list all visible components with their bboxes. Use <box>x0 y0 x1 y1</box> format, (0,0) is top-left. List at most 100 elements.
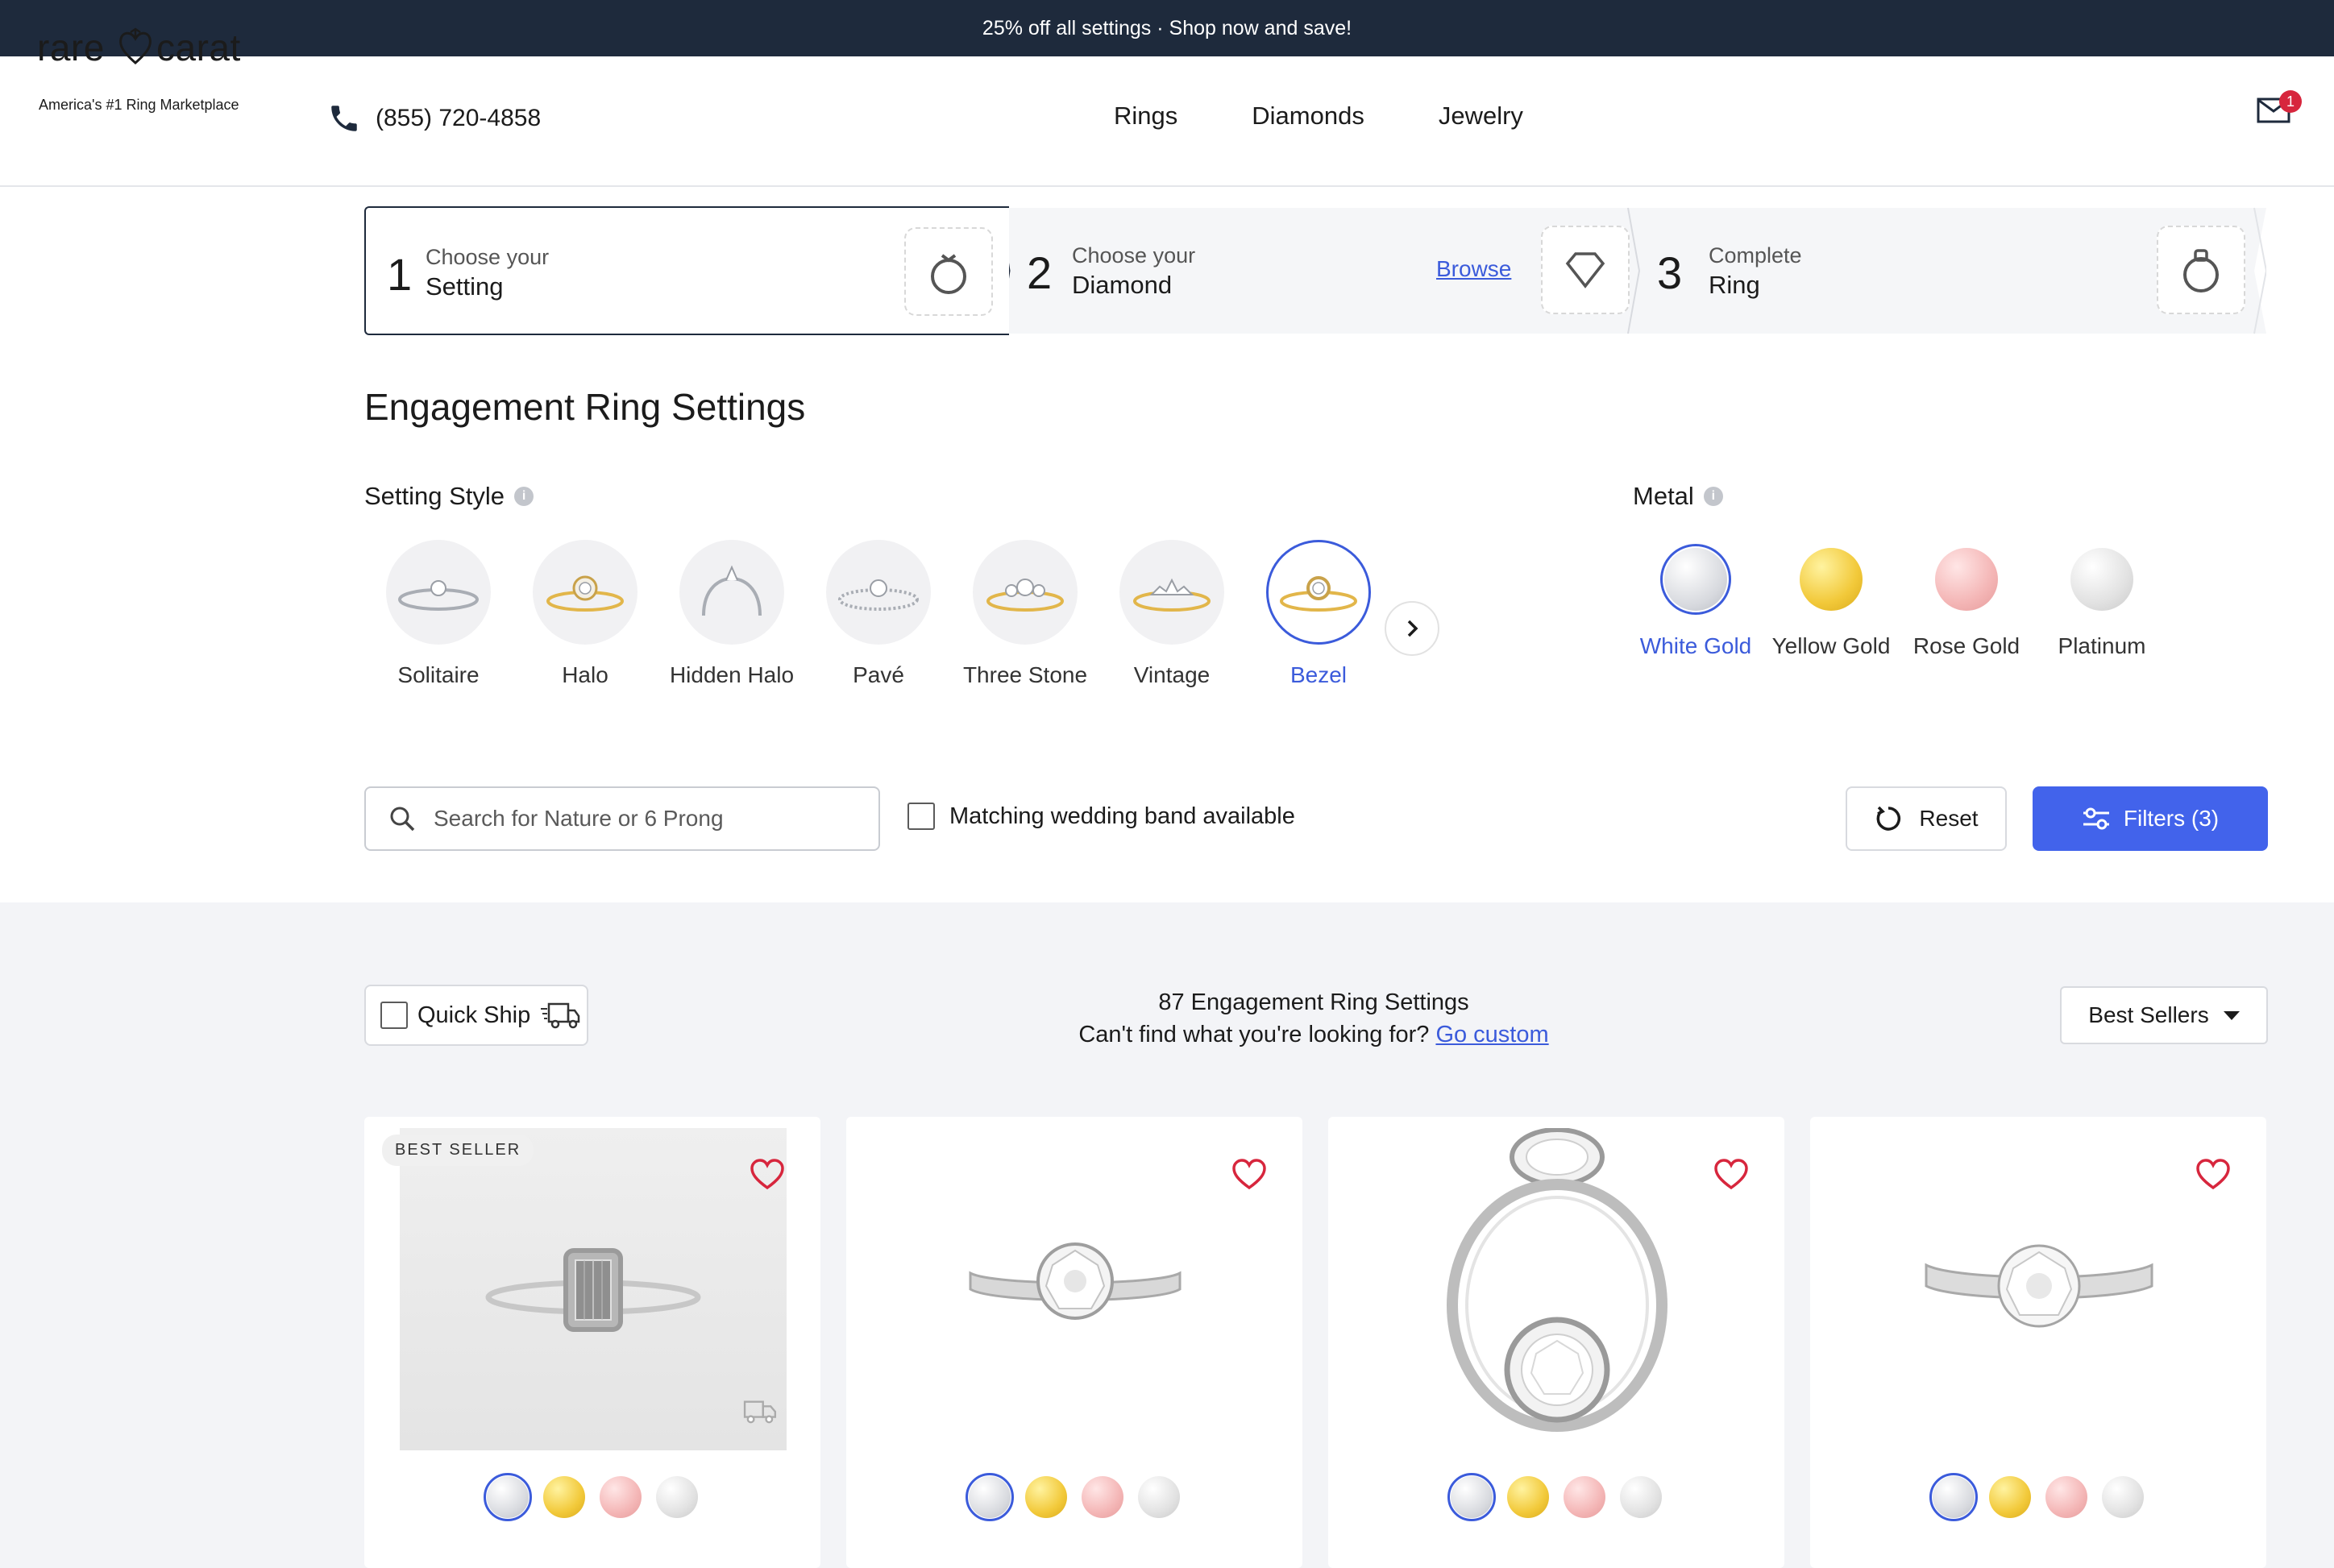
metal-swatches <box>846 1473 1302 1521</box>
nav-jewelry[interactable]: Jewelry <box>1439 102 1523 131</box>
browse-diamonds-link[interactable]: Browse <box>1436 256 1511 282</box>
info-icon[interactable]: i <box>514 487 534 506</box>
swatch-white-gold[interactable] <box>484 1473 532 1521</box>
metal-option-rose-gold[interactable]: Rose Gold <box>1899 548 2034 659</box>
nav-rings[interactable]: Rings <box>1114 102 1177 131</box>
product-image[interactable] <box>1846 1128 2232 1450</box>
promo-banner[interactable]: 25% off all settings · Shop now and save… <box>0 0 2334 56</box>
truck-icon <box>541 1002 580 1029</box>
style-thumb <box>533 540 637 645</box>
sort-dropdown[interactable]: Best Sellers <box>2060 986 2268 1044</box>
swatch-platinum[interactable] <box>656 1476 698 1518</box>
style-name: Vintage <box>1133 662 1211 687</box>
step-ring-icon <box>2157 226 2245 314</box>
style-option-halo[interactable]: Halo <box>511 540 659 688</box>
go-custom-link[interactable]: Go custom <box>1435 1022 1548 1047</box>
style-name: Pavé <box>853 662 904 687</box>
style-option-bezel[interactable]: Bezel <box>1244 540 1393 688</box>
swatch-white-gold[interactable] <box>966 1473 1014 1521</box>
pave-ring-icon <box>838 579 919 611</box>
product-card[interactable] <box>1810 1117 2266 1568</box>
style-option-three-stone[interactable]: Three Stone <box>951 540 1099 688</box>
info-icon[interactable]: i <box>1703 487 1723 506</box>
logo-heart-icon <box>119 27 152 64</box>
style-next-button[interactable] <box>1385 601 1439 656</box>
heart-icon[interactable] <box>1231 1159 1267 1191</box>
setting-style-label: Setting Style i <box>364 482 534 511</box>
style-name: Hidden Halo <box>669 662 795 687</box>
platinum-swatch <box>2070 548 2133 611</box>
style-option-vintage[interactable]: Vintage <box>1098 540 1246 688</box>
heart-icon[interactable] <box>750 1159 785 1191</box>
step-choose-diamond[interactable]: 2 Choose your Diamond Browse <box>1009 206 1638 335</box>
reset-button[interactable]: Reset <box>1846 786 2007 851</box>
checkbox[interactable] <box>380 1002 408 1029</box>
yellow-gold-swatch <box>1800 548 1863 611</box>
style-thumb <box>1119 540 1224 645</box>
style-option-solitaire[interactable]: Solitaire <box>364 540 513 688</box>
step-line2: Diamond <box>1072 271 1173 299</box>
heart-icon[interactable] <box>2195 1159 2231 1191</box>
nav-diamonds[interactable]: Diamonds <box>1252 102 1364 131</box>
promo-text: 25% off all settings · Shop now and save… <box>982 16 1352 39</box>
checkbox[interactable] <box>907 803 935 830</box>
product-card[interactable]: BEST SELLER <box>364 1117 820 1568</box>
quick-ship-toggle[interactable]: Quick Ship <box>364 985 588 1046</box>
swatch-yellow-gold[interactable] <box>1025 1476 1067 1518</box>
ring-icon <box>2183 249 2219 292</box>
swatch-rose-gold[interactable] <box>600 1476 642 1518</box>
metal-option-white-gold[interactable]: White Gold <box>1628 544 1763 659</box>
metal-name: Platinum <box>2058 633 2146 658</box>
swatch-platinum[interactable] <box>1138 1476 1180 1518</box>
sort-selected: Best Sellers <box>2088 1002 2209 1027</box>
metal-option-platinum[interactable]: Platinum <box>2034 548 2170 659</box>
step-complete-ring[interactable]: 3 Complete Ring <box>1639 206 2252 335</box>
best-seller-badge: BEST SELLER <box>382 1135 534 1166</box>
hidden-halo-ring-icon <box>702 565 762 616</box>
phone-icon <box>331 106 357 131</box>
product-card[interactable] <box>1328 1117 1784 1568</box>
matching-band-checkbox[interactable]: Matching wedding band available <box>907 803 1295 830</box>
bezel-ring-icon <box>1280 576 1357 612</box>
swatch-white-gold[interactable] <box>1929 1473 1978 1521</box>
swatch-yellow-gold[interactable] <box>1989 1476 2031 1518</box>
style-option-pave[interactable]: Pavé <box>804 540 953 688</box>
product-image[interactable] <box>882 1128 1269 1450</box>
swatch-white-gold[interactable] <box>1447 1473 1496 1521</box>
ring-icon <box>931 254 966 294</box>
filters-button[interactable]: Filters (3) <box>2033 786 2268 851</box>
sliders-icon <box>2083 807 2109 830</box>
filters-label: Filters (3) <box>2123 806 2220 831</box>
swatch-rose-gold[interactable] <box>1082 1476 1123 1518</box>
metal-name: Rose Gold <box>1912 633 2020 658</box>
step-choose-setting[interactable]: 1 Choose your Setting <box>364 206 1009 335</box>
product-image[interactable] <box>1364 1128 1750 1450</box>
swatch-rose-gold[interactable] <box>2045 1476 2087 1518</box>
step-line1: Choose your <box>1072 243 1196 268</box>
product-image[interactable] <box>400 1128 787 1450</box>
product-card[interactable] <box>846 1117 1302 1568</box>
reset-label: Reset <box>1919 806 1979 831</box>
swatch-platinum[interactable] <box>2102 1476 2144 1518</box>
swatch-platinum[interactable] <box>1620 1476 1662 1518</box>
style-name: Three Stone <box>962 662 1088 687</box>
results-summary: 87 Engagement Ring Settings Can't find w… <box>967 986 1660 1051</box>
metal-heading: Metal <box>1633 482 1694 510</box>
search-input[interactable]: Search for Nature or 6 Prong <box>364 786 880 851</box>
quick-ship-label: Quick Ship <box>417 1002 531 1028</box>
style-option-hidden-halo[interactable]: Hidden Halo <box>658 540 806 688</box>
step-number: 3 <box>1657 247 1683 298</box>
page-title: Engagement Ring Settings <box>364 386 806 428</box>
swatch-yellow-gold[interactable] <box>543 1476 585 1518</box>
swatch-rose-gold[interactable] <box>1564 1476 1605 1518</box>
setting-style-heading: Setting Style <box>364 482 505 510</box>
swatch-yellow-gold[interactable] <box>1507 1476 1549 1518</box>
search-placeholder: Search for Nature or 6 Prong <box>434 806 724 831</box>
heart-icon[interactable] <box>1713 1159 1749 1191</box>
step-line2: Ring <box>1709 271 1760 299</box>
phone-link[interactable]: (855) 720-4858 <box>327 102 541 135</box>
style-thumb <box>826 540 931 645</box>
logo[interactable]: rare carat America's #1 Ring Marketplace <box>37 26 263 113</box>
metal-name: Yellow Gold <box>1771 633 1891 658</box>
metal-option-yellow-gold[interactable]: Yellow Gold <box>1763 548 1899 659</box>
